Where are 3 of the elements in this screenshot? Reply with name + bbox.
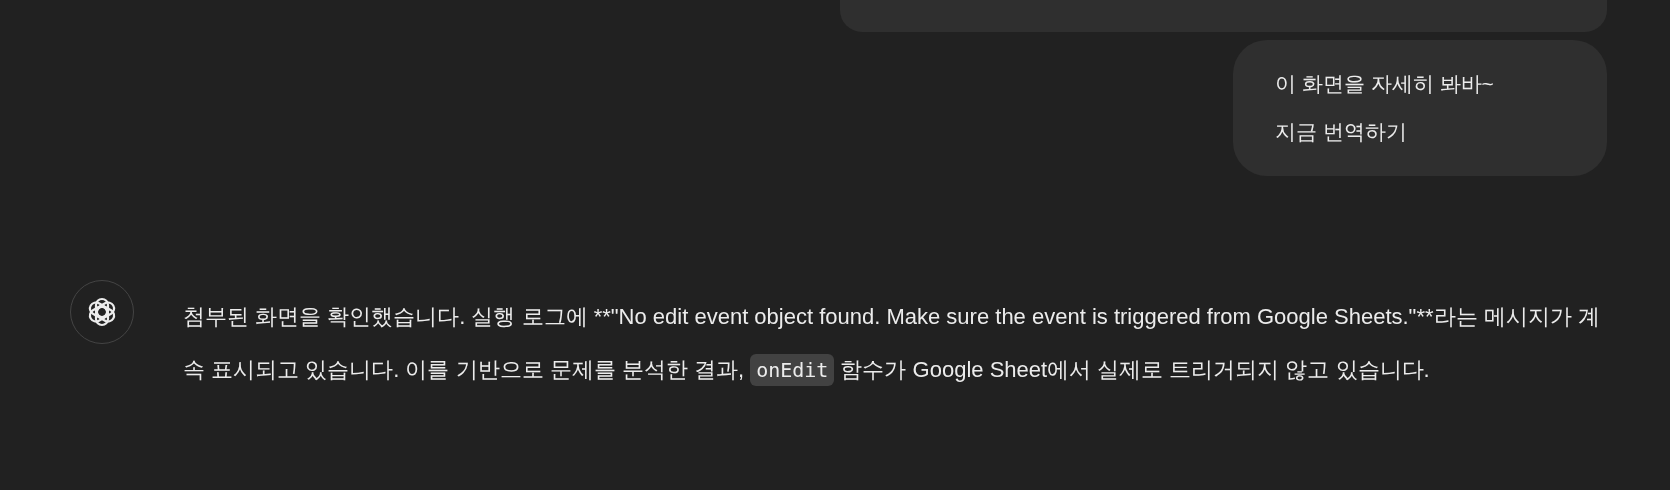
message-text: 이 화면을 자세히 봐바~ bbox=[1275, 71, 1495, 97]
assistant-message-text: 첨부된 화면을 확인했습니다. 실행 로그에 **"No edit event object found. Make sure the event is triggered from Google Sheets."**라는 메시지가 계속 표시되고 있습니다. 이를 기반으로 문제를 분석한 결과, onEdit 함수가 Google Sheet에서 실제로 트리거되지 않고 있습니다. bbox=[183, 290, 1603, 397]
message-text: 지금 번역하기 bbox=[1275, 119, 1408, 145]
